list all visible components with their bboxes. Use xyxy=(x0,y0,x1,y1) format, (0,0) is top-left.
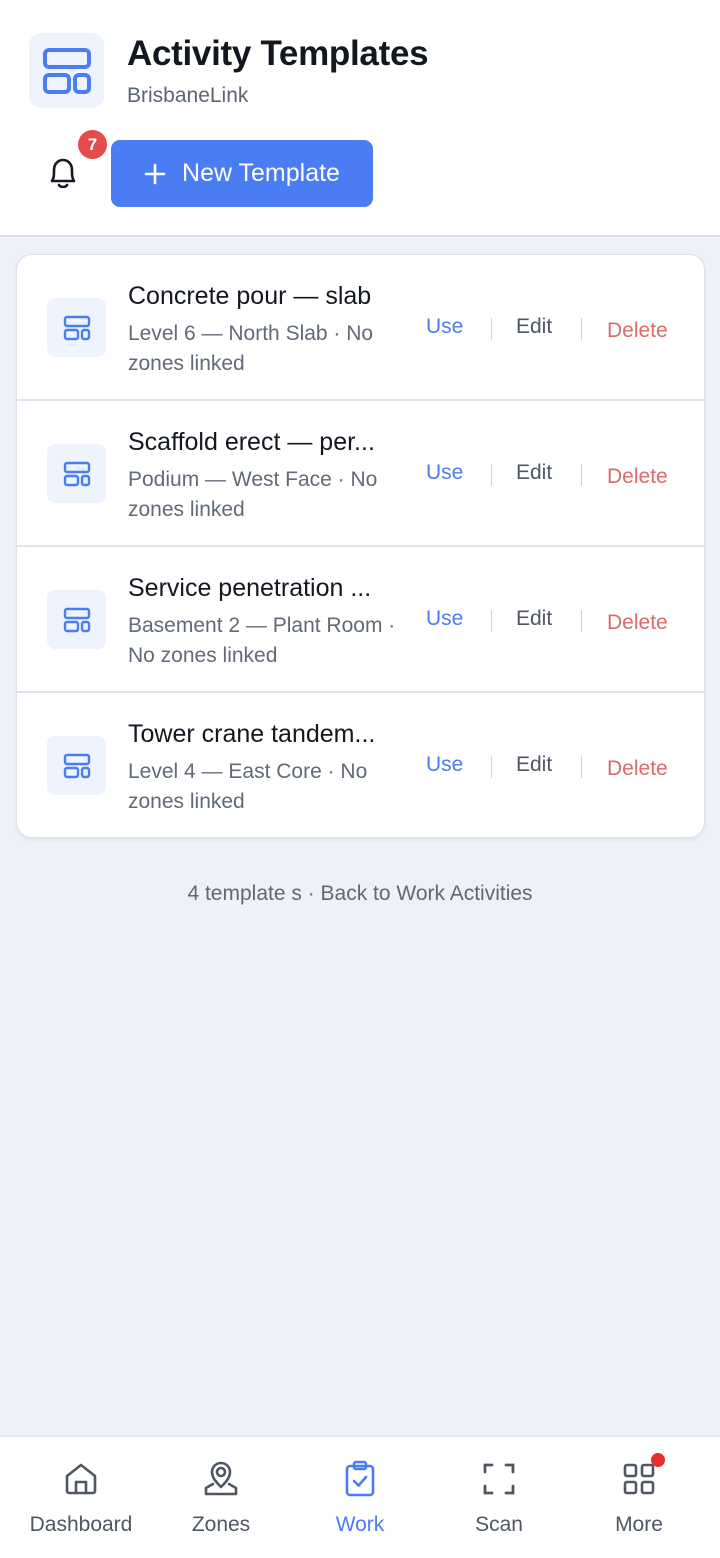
divider xyxy=(491,318,492,340)
scan-frame-icon xyxy=(479,1459,519,1499)
edit-button[interactable]: Edit xyxy=(516,753,552,777)
templates-app-icon xyxy=(29,33,104,108)
back-to-work-activities-link[interactable]: Back to Work Activities xyxy=(321,882,533,905)
plus-icon xyxy=(144,163,166,184)
nav-item-dashboard[interactable]: Dashboard xyxy=(11,1459,151,1549)
use-button[interactable]: Use xyxy=(426,753,463,777)
divider xyxy=(491,464,492,486)
delete-button[interactable]: Delete xyxy=(607,319,668,343)
edit-button[interactable]: Edit xyxy=(516,607,552,631)
divider xyxy=(581,756,582,778)
bell-icon xyxy=(50,158,76,189)
notification-count-badge: 7 xyxy=(78,130,107,159)
template-row[interactable]: Tower crane tandem... Level 4 — East Cor… xyxy=(17,693,704,837)
delete-button[interactable]: Delete xyxy=(607,611,668,635)
divider xyxy=(581,610,582,632)
template-row[interactable]: Service penetration ... Basement 2 — Pla… xyxy=(17,547,704,693)
notifications-button[interactable] xyxy=(40,150,86,196)
clipboard-check-icon xyxy=(340,1459,380,1499)
divider xyxy=(491,756,492,778)
edit-button[interactable]: Edit xyxy=(516,461,552,485)
divider xyxy=(491,610,492,632)
template-title: Tower crane tandem... xyxy=(128,720,376,748)
more-alert-dot xyxy=(651,1453,665,1467)
delete-button[interactable]: Delete xyxy=(607,757,668,781)
template-subtitle: Basement 2 — Plant Room · No zones linke… xyxy=(128,614,396,667)
page-header: Activity Templates BrisbaneLink 7 New Te… xyxy=(0,0,720,237)
template-subtitle: Podium — West Face · No zones linked xyxy=(128,468,378,521)
nav-item-work[interactable]: Work xyxy=(290,1459,430,1549)
edit-button[interactable]: Edit xyxy=(516,315,552,339)
template-count-note: 4 template s · Back to Work Activities xyxy=(0,882,720,906)
screen: Activity Templates BrisbaneLink 7 New Te… xyxy=(0,0,720,1558)
use-button[interactable]: Use xyxy=(426,315,463,339)
nav-label: Dashboard xyxy=(29,1513,133,1536)
template-icon xyxy=(47,736,106,795)
templates-list: Concrete pour — slab Level 6 — North Sla… xyxy=(16,254,705,838)
template-title: Service penetration ... xyxy=(128,574,372,602)
bottom-nav: Dashboard Zones Work Scan More xyxy=(0,1435,720,1558)
template-icon xyxy=(47,444,106,503)
nav-item-more[interactable]: More xyxy=(569,1453,709,1549)
divider xyxy=(581,464,582,486)
use-button[interactable]: Use xyxy=(426,461,463,485)
nav-label: Work xyxy=(335,1513,385,1536)
template-title: Concrete pour — slab xyxy=(128,282,372,310)
page-subtitle: BrisbaneLink xyxy=(127,84,249,107)
template-title: Scaffold erect — per... xyxy=(128,428,375,456)
nav-label: Scan xyxy=(475,1513,523,1536)
new-template-button[interactable]: New Template xyxy=(111,140,373,207)
delete-button[interactable]: Delete xyxy=(607,465,668,489)
template-icon xyxy=(47,590,106,649)
new-template-label: New Template xyxy=(182,159,340,187)
template-subtitle: Level 4 — East Core · No zones linked xyxy=(128,760,368,813)
nav-item-zones[interactable]: Zones xyxy=(151,1459,291,1549)
page-title: Activity Templates xyxy=(127,34,429,73)
template-row[interactable]: Scaffold erect — per... Podium — West Fa… xyxy=(17,401,704,547)
nav-label: Zones xyxy=(191,1513,251,1536)
home-icon xyxy=(61,1459,101,1499)
grid-icon xyxy=(619,1453,665,1499)
template-count: 4 template s xyxy=(187,882,302,905)
separator: · xyxy=(301,882,321,905)
map-pin-icon xyxy=(201,1459,241,1499)
template-icon xyxy=(47,298,106,357)
divider xyxy=(581,318,582,340)
template-subtitle: Level 6 — North Slab · No zones linked xyxy=(128,322,374,375)
template-row[interactable]: Concrete pour — slab Level 6 — North Sla… xyxy=(17,255,704,401)
nav-label: More xyxy=(615,1513,663,1536)
nav-item-scan[interactable]: Scan xyxy=(429,1459,569,1549)
use-button[interactable]: Use xyxy=(426,607,463,631)
